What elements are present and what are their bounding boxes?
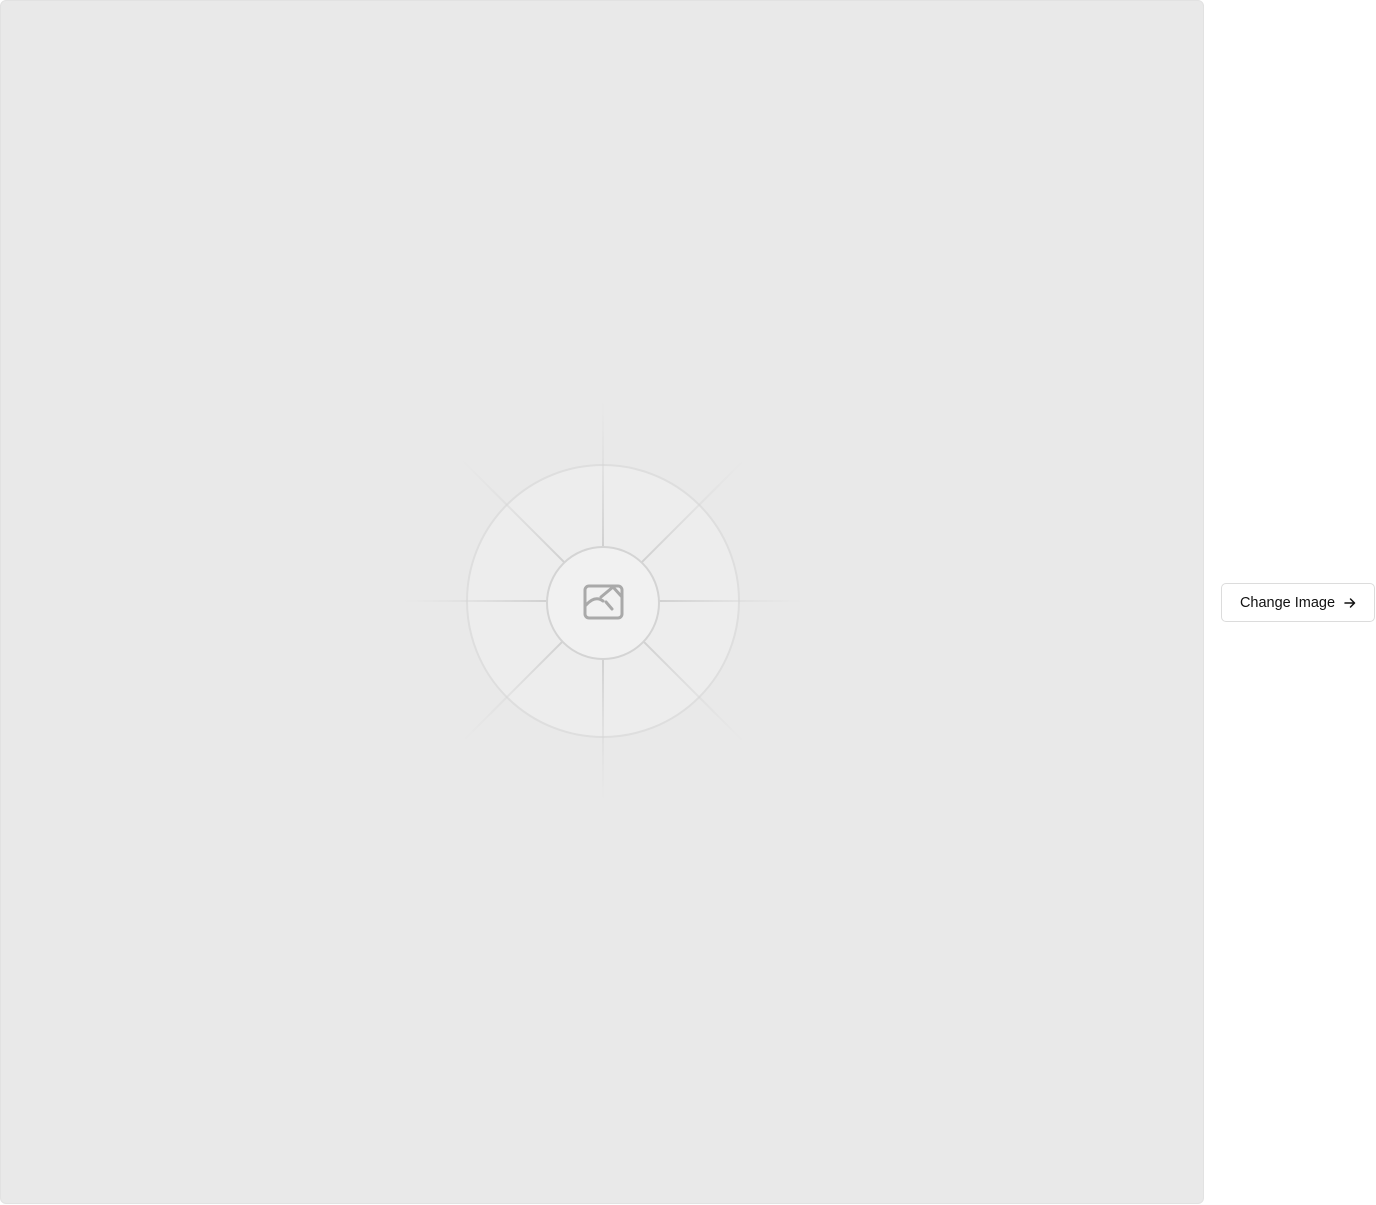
image-placeholder-graphic (403, 401, 803, 801)
change-image-button[interactable]: Change Image (1221, 583, 1375, 622)
inner-ring (546, 546, 660, 660)
image-editor: Change Image (0, 0, 1376, 1205)
change-image-label: Change Image (1239, 594, 1336, 611)
image-preview-panel (0, 0, 1204, 1204)
arrow-right-icon (1344, 597, 1356, 609)
